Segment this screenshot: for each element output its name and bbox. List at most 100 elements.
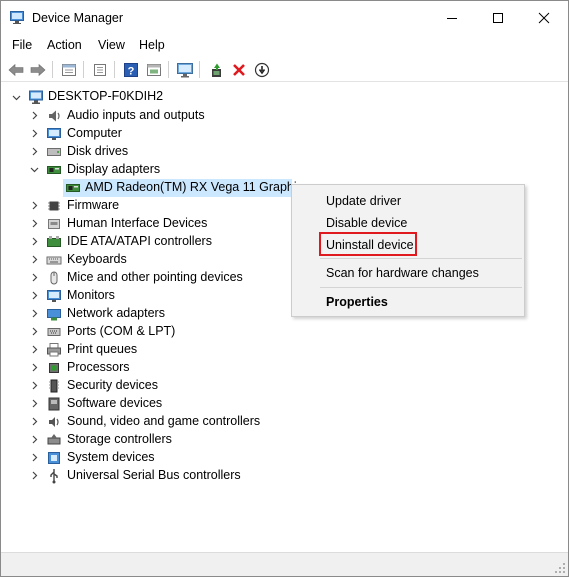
processor-icon: [49, 363, 59, 373]
ctx-update-driver[interactable]: Update driver: [326, 194, 401, 208]
forward-button[interactable]: [28, 60, 48, 79]
printer-icon: [47, 343, 61, 357]
properties-sheet-icon: [62, 63, 76, 76]
tree-category-label[interactable]: Sound, video and game controllers: [67, 414, 260, 428]
tree-category-label[interactable]: Processors: [67, 360, 130, 374]
tree-category-label[interactable]: Keyboards: [67, 252, 127, 266]
tree-category-label[interactable]: Monitors: [67, 288, 115, 302]
show-hidden-button[interactable]: [90, 60, 110, 79]
chevron-right-icon[interactable]: [30, 381, 39, 390]
keyboard-icon: [46, 256, 62, 265]
ide-controller-icon: [47, 236, 61, 247]
chevron-right-icon[interactable]: [30, 309, 39, 318]
help-icon: ?: [124, 62, 138, 77]
close-icon: [538, 12, 550, 23]
minimize-icon: [447, 17, 457, 19]
toolbar-separator: [114, 61, 115, 78]
tree-category-label[interactable]: Security devices: [67, 378, 158, 392]
tree-category-label[interactable]: Disk drives: [67, 144, 128, 158]
chip-icon: [48, 201, 60, 211]
chevron-right-icon[interactable]: [30, 255, 39, 264]
toolbar-separator: [83, 61, 84, 78]
chevron-right-icon[interactable]: [30, 363, 39, 372]
menu-action[interactable]: Action: [47, 38, 82, 52]
back-button[interactable]: [6, 60, 26, 79]
tree-category-label[interactable]: Mice and other pointing devices: [67, 270, 243, 284]
menu-help[interactable]: Help: [139, 38, 165, 52]
update-driver-button[interactable]: [206, 60, 226, 79]
chevron-right-icon[interactable]: [30, 219, 39, 228]
title-bar[interactable]: Device Manager: [1, 1, 568, 34]
toolbar-separator: [52, 61, 53, 78]
chevron-right-icon[interactable]: [30, 111, 39, 120]
chevron-right-icon[interactable]: [30, 201, 39, 210]
tree-category-label[interactable]: Network adapters: [67, 306, 165, 320]
context-menu-separator: [320, 258, 522, 259]
resource-view-icon: [147, 63, 161, 76]
properties-sheet-button[interactable]: [59, 60, 79, 79]
speaker-icon: [49, 110, 60, 122]
system-device-icon: [48, 452, 60, 464]
tree-category-label[interactable]: System devices: [67, 450, 155, 464]
scan-monitor-icon: [177, 62, 193, 77]
tree-category-label[interactable]: Audio inputs and outputs: [67, 108, 205, 122]
mouse-icon: [50, 271, 58, 285]
resource-view-button[interactable]: [144, 60, 164, 79]
menu-view[interactable]: View: [98, 38, 125, 52]
tree-category-label[interactable]: Computer: [67, 126, 122, 140]
chevron-right-icon[interactable]: [30, 327, 39, 336]
chevron-right-icon[interactable]: [30, 147, 39, 156]
resize-grip-icon[interactable]: [554, 562, 566, 574]
chevron-right-icon[interactable]: [30, 453, 39, 462]
device-manager-app-icon: [10, 11, 24, 24]
monitor-icon: [47, 128, 61, 140]
disable-device-icon: [254, 62, 270, 77]
software-device-icon: [48, 397, 60, 411]
chevron-right-icon[interactable]: [30, 435, 39, 444]
forward-icon: [30, 63, 46, 76]
minimize-button[interactable]: [429, 1, 475, 34]
usb-icon: [50, 469, 58, 484]
maximize-button[interactable]: [475, 1, 521, 34]
chevron-right-icon[interactable]: [30, 129, 39, 138]
computer-desktop-icon: [29, 90, 43, 104]
network-adapter-icon: [47, 309, 61, 321]
chevron-right-icon[interactable]: [30, 237, 39, 246]
chevron-right-icon[interactable]: [30, 345, 39, 354]
update-driver-icon: [212, 63, 221, 77]
tree-category-label[interactable]: Storage controllers: [67, 432, 172, 446]
chevron-right-icon[interactable]: [30, 471, 39, 480]
tree-category-label[interactable]: IDE ATA/ATAPI controllers: [67, 234, 212, 248]
chevron-down-icon[interactable]: [12, 93, 21, 102]
tree-category-label[interactable]: Human Interface Devices: [67, 216, 207, 230]
menu-file[interactable]: File: [12, 38, 32, 52]
display-adapter-icon: [66, 184, 80, 192]
hid-icon: [48, 219, 60, 229]
chevron-right-icon[interactable]: [30, 417, 39, 426]
uninstall-device-button[interactable]: [229, 60, 249, 79]
device-tree: DESKTOP-F0KDIH2 Audio inputs and outputs…: [1, 83, 568, 551]
tree-category-label[interactable]: Firmware: [67, 198, 119, 212]
chevron-right-icon[interactable]: [30, 399, 39, 408]
tree-category-label[interactable]: Software devices: [67, 396, 162, 410]
scan-monitor-button[interactable]: [175, 60, 195, 79]
ctx-properties[interactable]: Properties: [326, 295, 388, 309]
ctx-scan-hardware[interactable]: Scan for hardware changes: [326, 266, 479, 280]
chevron-right-icon[interactable]: [30, 273, 39, 282]
tree-root-label[interactable]: DESKTOP-F0KDIH2: [48, 89, 163, 103]
tree-category-label[interactable]: Universal Serial Bus controllers: [67, 468, 241, 482]
status-bar: [1, 552, 568, 576]
help-button[interactable]: ?: [121, 60, 141, 79]
chevron-down-icon[interactable]: [30, 165, 39, 174]
tree-category-label[interactable]: Display adapters: [67, 162, 160, 176]
disable-device-button[interactable]: [252, 60, 272, 79]
chevron-right-icon[interactable]: [30, 291, 39, 300]
maximize-icon: [493, 12, 503, 23]
tree-category-label[interactable]: Ports (COM & LPT): [67, 324, 175, 338]
tree-category-label[interactable]: Print queues: [67, 342, 137, 356]
ctx-disable-device[interactable]: Disable device: [326, 216, 407, 230]
device-amd-radeon-label[interactable]: AMD Radeon(TM) RX Vega 11 Graphics: [85, 180, 309, 194]
device-manager-window: Device Manager File Action View Help ? D…: [0, 0, 569, 577]
uninstall-highlight-box: [319, 232, 417, 256]
close-button[interactable]: [521, 1, 567, 34]
